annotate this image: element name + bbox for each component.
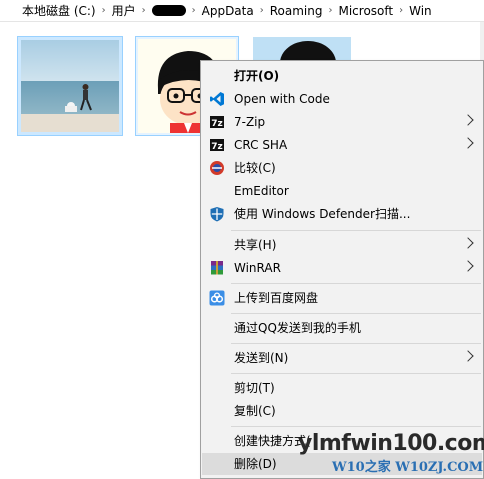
- chevron-right-icon[interactable]: ›: [258, 5, 266, 16]
- menu-item-cut[interactable]: 剪切(T): [202, 377, 482, 399]
- submenu-arrow-icon: [462, 137, 474, 149]
- submenu-arrow-icon: [462, 350, 474, 362]
- vscode-icon: [210, 92, 224, 106]
- menu-item-label: 上传到百度网盘: [234, 291, 319, 305]
- chevron-right-icon[interactable]: ›: [326, 5, 334, 16]
- menu-item-label: 发送到(N): [234, 351, 289, 365]
- svg-text:7z: 7z: [211, 119, 223, 129]
- svg-text:7z: 7z: [211, 142, 223, 152]
- hair-silhouette-icon: [280, 41, 336, 60]
- menu-item-send-to[interactable]: 发送到(N): [202, 347, 482, 369]
- beach-photo: [21, 40, 119, 132]
- breadcrumb-roaming[interactable]: Roaming: [266, 4, 327, 18]
- compare-icon: [210, 161, 224, 175]
- baidu-netdisk-icon: [209, 290, 225, 306]
- menu-separator: [231, 373, 481, 374]
- menu-item-label: CRC SHA: [234, 138, 288, 152]
- menu-item-label: 比较(C): [234, 161, 276, 175]
- defender-shield-icon: [210, 207, 224, 222]
- menu-item-label: WinRAR: [234, 261, 281, 275]
- thumbnail-third[interactable]: [253, 37, 351, 60]
- menu-item-label: 剪切(T): [234, 381, 275, 395]
- menu-item-emeditor[interactable]: EmEditor: [202, 180, 482, 202]
- menu-item-label: 复制(C): [234, 404, 276, 418]
- menu-item-label: 通过QQ发送到我的手机: [234, 321, 361, 335]
- address-bar[interactable]: 本地磁盘 (C:) › 用户 › › AppData › Roaming › M…: [0, 0, 484, 22]
- breadcrumb-users[interactable]: 用户: [108, 2, 140, 19]
- menu-item-share[interactable]: 共享(H): [202, 234, 482, 256]
- chevron-right-icon[interactable]: ›: [190, 5, 198, 16]
- menu-item-crc-sha[interactable]: 7z CRC SHA: [202, 134, 482, 156]
- menu-item-copy[interactable]: 复制(C): [202, 400, 482, 422]
- breadcrumb-appdata[interactable]: AppData: [198, 4, 258, 18]
- submenu-arrow-icon: [462, 114, 474, 126]
- menu-separator: [231, 343, 481, 344]
- menu-item-open-with-code[interactable]: Open with Code: [202, 88, 482, 110]
- menu-item-qq-send[interactable]: 通过QQ发送到我的手机: [202, 317, 482, 339]
- menu-item-label: 7-Zip: [234, 115, 266, 129]
- watermark-subtitle: W10之家 W10ZJ.COM: [332, 460, 484, 475]
- menu-item-7zip[interactable]: 7z 7-Zip: [202, 111, 482, 133]
- context-menu: 打开(O) Open with Code 7z 7-Zip 7z CRC SHA…: [200, 60, 484, 479]
- breadcrumb-microsoft[interactable]: Microsoft: [334, 4, 397, 18]
- menu-item-baidu-upload[interactable]: 上传到百度网盘: [202, 287, 482, 309]
- thumbnail-beach[interactable]: [17, 36, 123, 136]
- winrar-icon: [211, 261, 223, 275]
- menu-item-label: 使用 Windows Defender扫描...: [234, 207, 411, 221]
- menu-item-compare[interactable]: 比较(C): [202, 157, 482, 179]
- submenu-arrow-icon: [462, 237, 474, 249]
- menu-separator: [231, 426, 481, 427]
- breadcrumb-win[interactable]: Win: [405, 4, 436, 18]
- menu-separator: [231, 283, 481, 284]
- menu-item-defender-scan[interactable]: 使用 Windows Defender扫描...: [202, 203, 482, 225]
- chevron-right-icon[interactable]: ›: [100, 5, 108, 16]
- 7zip-icon: 7z: [210, 116, 224, 129]
- menu-item-open[interactable]: 打开(O): [202, 65, 482, 87]
- menu-separator: [231, 313, 481, 314]
- chevron-right-icon[interactable]: ›: [397, 5, 405, 16]
- menu-item-label: 删除(D): [234, 457, 277, 471]
- breadcrumb-local-disk[interactable]: 本地磁盘 (C:): [0, 2, 100, 19]
- menu-item-winrar[interactable]: WinRAR: [202, 257, 482, 279]
- menu-separator: [231, 230, 481, 231]
- menu-item-label: 打开(O): [234, 69, 280, 83]
- redacted-username[interactable]: [151, 5, 186, 16]
- people-figure-icon: [65, 84, 92, 112]
- chevron-right-icon[interactable]: ›: [140, 5, 148, 16]
- menu-item-label: EmEditor: [234, 184, 289, 198]
- menu-item-label: 共享(H): [234, 238, 277, 252]
- 7zip-icon: 7z: [210, 139, 224, 152]
- menu-item-label: Open with Code: [234, 92, 330, 106]
- watermark-logo: ylmfwin100.com: [298, 431, 484, 456]
- submenu-arrow-icon: [462, 260, 474, 272]
